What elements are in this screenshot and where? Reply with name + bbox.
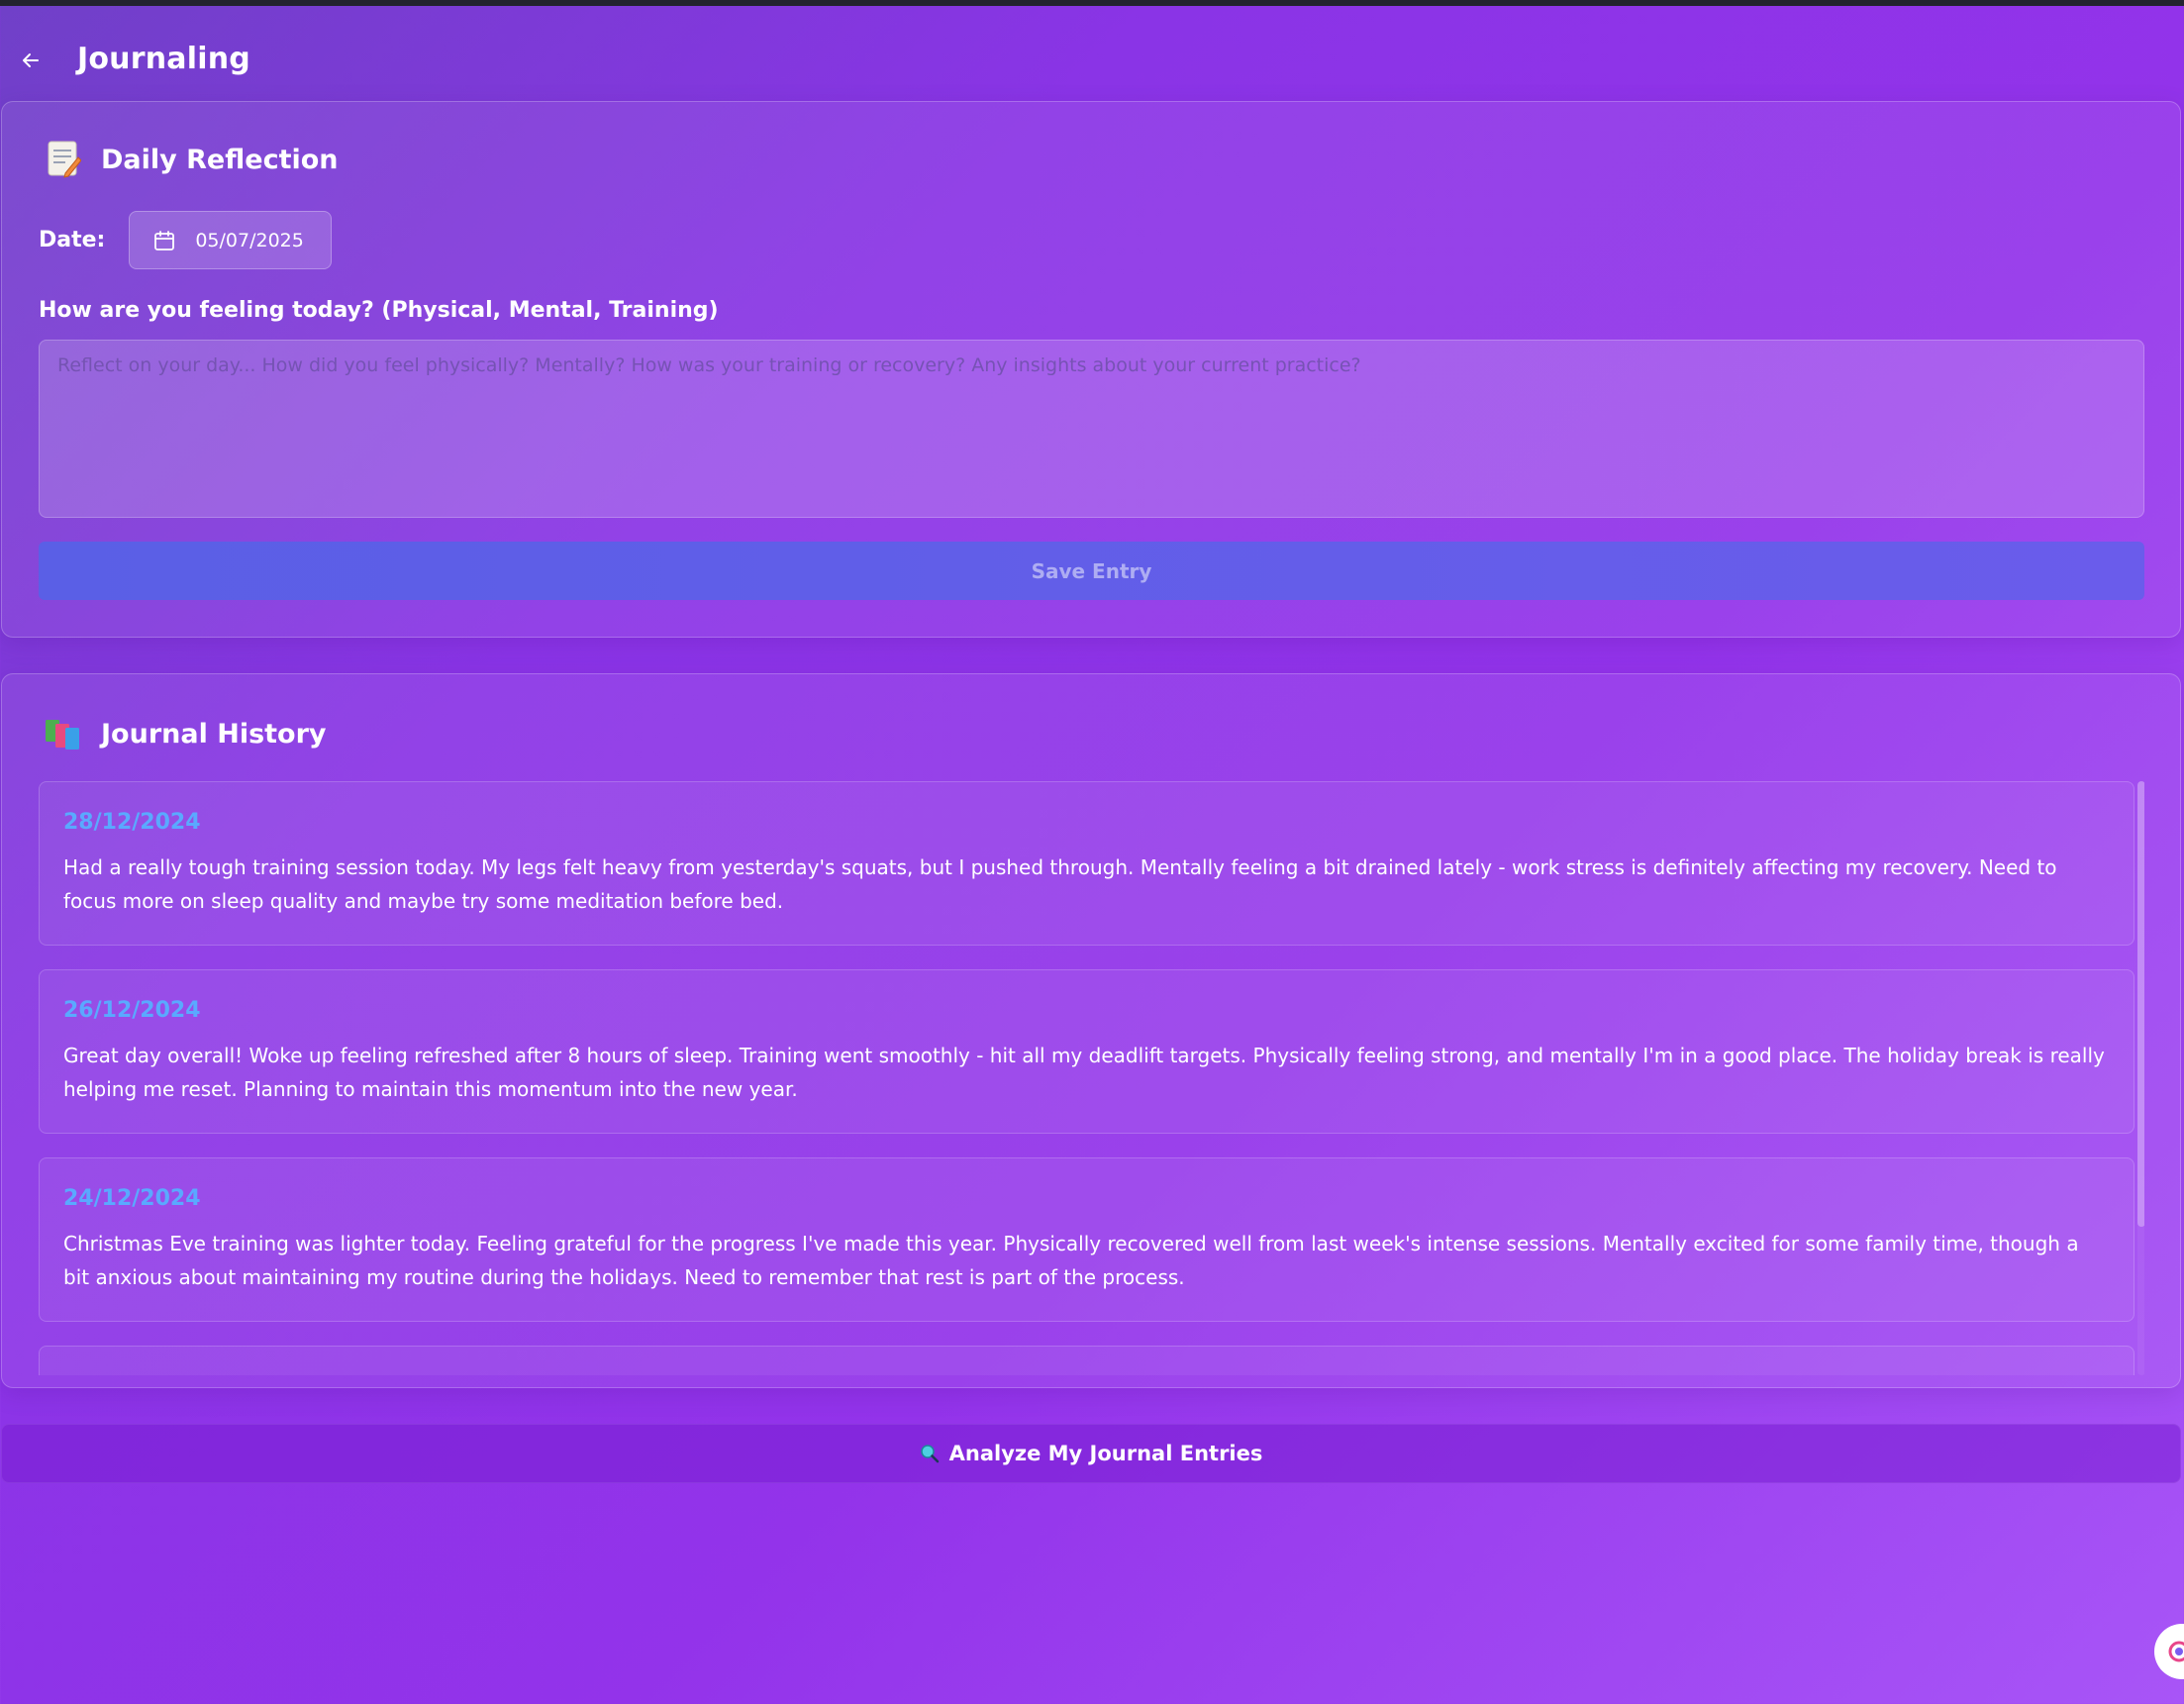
magnifier-icon bbox=[920, 1445, 939, 1463]
journal-entry-date: 24/12/2024 bbox=[63, 1186, 201, 1211]
arrow-left-icon bbox=[23, 53, 39, 67]
analyze-journal-label: Analyze My Journal Entries bbox=[948, 1442, 1263, 1465]
memo-icon bbox=[42, 138, 85, 181]
daily-reflection-title: Daily Reflection bbox=[101, 144, 339, 175]
history-scrollbar[interactable] bbox=[2137, 781, 2144, 1375]
journal-entry-date: 28/12/2024 bbox=[63, 810, 201, 835]
journal-entry-text: Great day overall! Woke up feeling refre… bbox=[63, 1044, 2105, 1101]
date-row: Date: 05/07/2025 bbox=[39, 211, 333, 269]
journal-entry[interactable]: 24/12/2024 Christmas Eve training was li… bbox=[39, 1157, 2134, 1322]
calendar-icon bbox=[154, 230, 175, 251]
assistant-icon bbox=[2168, 1641, 2184, 1662]
journal-history-title: Journal History bbox=[101, 718, 327, 750]
back-button[interactable] bbox=[14, 44, 48, 77]
reflection-textarea[interactable] bbox=[39, 340, 2144, 518]
save-entry-button[interactable]: Save Entry bbox=[39, 542, 2144, 600]
journal-history-list[interactable]: 28/12/2024 Had a really tough training s… bbox=[39, 781, 2144, 1375]
app-header: Journaling bbox=[0, 6, 2184, 101]
journal-entry[interactable]: 26/12/2024 Great day overall! Woke up fe… bbox=[39, 969, 2134, 1134]
journal-entry-text: Had a really tough training session toda… bbox=[63, 855, 2057, 913]
history-scrollbar-thumb[interactable] bbox=[2137, 781, 2144, 1227]
daily-reflection-card: Daily Reflection Date: 05/07/2025 How ar… bbox=[1, 101, 2181, 638]
page-title: Journaling bbox=[77, 42, 250, 76]
journal-entry-date: 26/12/2024 bbox=[63, 998, 201, 1023]
assistant-fab[interactable] bbox=[2154, 1624, 2184, 1679]
books-icon bbox=[42, 712, 85, 755]
feeling-question-label: How are you feeling today? (Physical, Me… bbox=[39, 298, 719, 323]
analyze-journal-button[interactable]: Analyze My Journal Entries bbox=[1, 1424, 2181, 1483]
daily-reflection-header: Daily Reflection bbox=[42, 138, 339, 181]
journal-entry[interactable]: 28/12/2024 Had a really tough training s… bbox=[39, 781, 2134, 946]
journal-history-card: Journal History 28/12/2024 Had a really … bbox=[1, 673, 2181, 1388]
date-label: Date: bbox=[39, 228, 106, 252]
journal-entry-partial[interactable] bbox=[39, 1346, 2134, 1375]
date-picker[interactable]: 05/07/2025 bbox=[129, 211, 333, 269]
journal-history-header: Journal History bbox=[42, 712, 327, 755]
date-value: 05/07/2025 bbox=[195, 229, 304, 251]
journal-entry-text: Christmas Eve training was lighter today… bbox=[63, 1232, 2079, 1289]
